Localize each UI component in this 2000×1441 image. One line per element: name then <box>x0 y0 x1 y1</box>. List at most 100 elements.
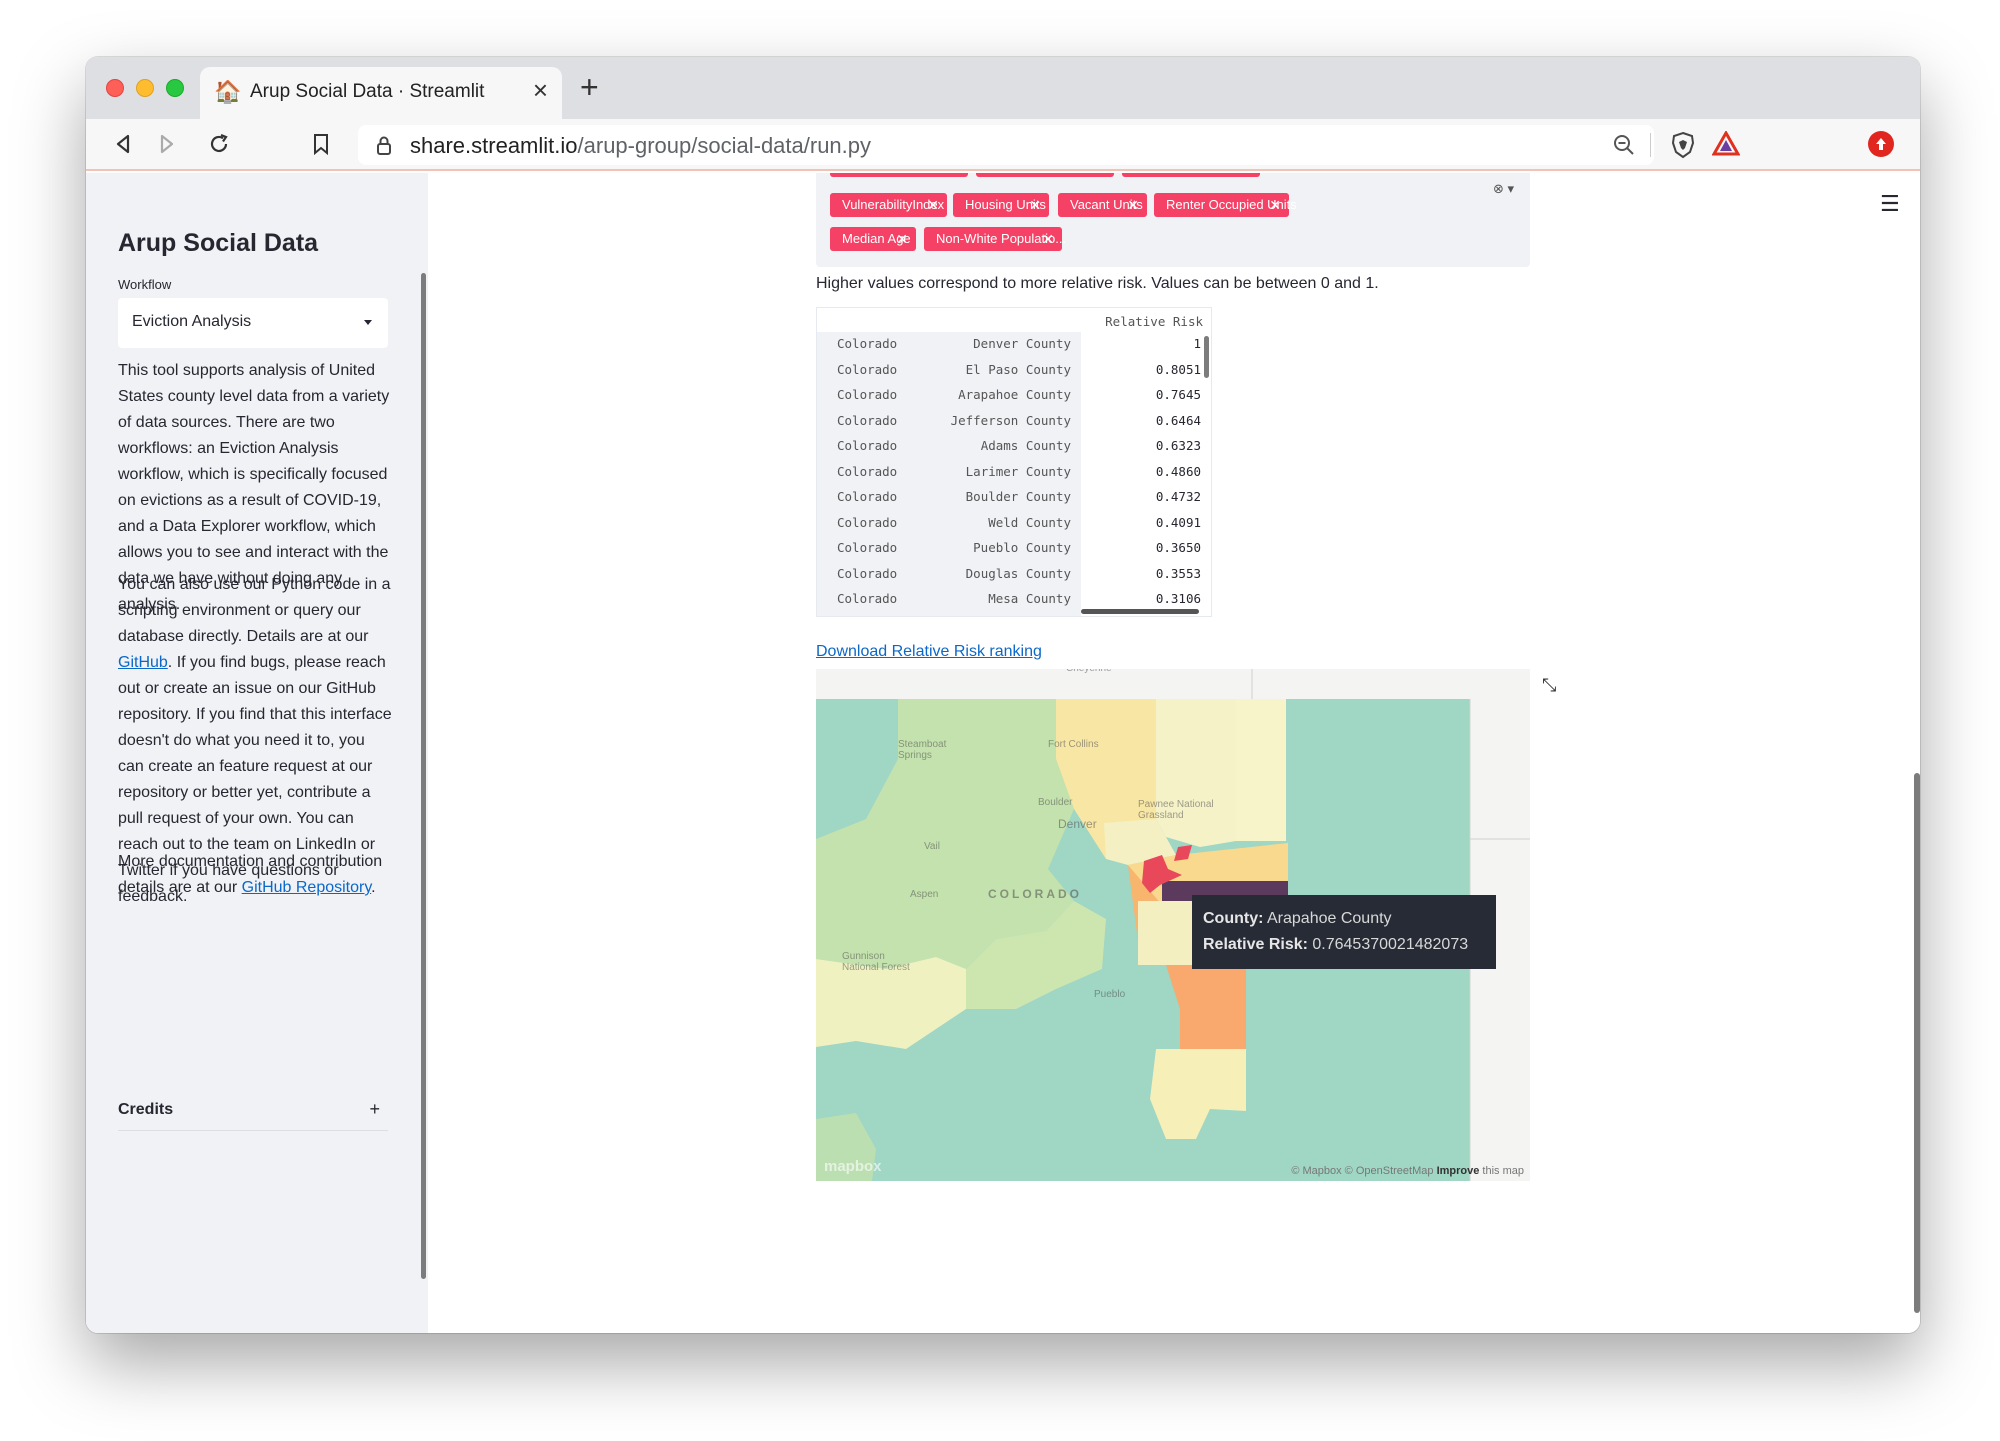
table-horizontal-scrollbar[interactable] <box>1081 609 1199 614</box>
minimize-window-button[interactable] <box>136 79 154 97</box>
bookmark-icon[interactable] <box>306 129 336 159</box>
state-cell: Colorado <box>837 463 898 479</box>
sidebar: Arup Social Data Workflow Eviction Analy… <box>86 173 428 1333</box>
lock-icon <box>377 136 391 155</box>
github-link[interactable]: GitHub <box>118 654 168 671</box>
risk-cell: 0.7645 <box>1155 387 1201 402</box>
map-label-gunnison: Gunnison National Forest <box>842 951 910 973</box>
page-scrollbar[interactable] <box>1914 773 1920 1313</box>
remove-chip-icon[interactable]: ✕ <box>927 193 939 217</box>
brave-rewards-icon[interactable] <box>1712 131 1740 157</box>
new-tab-button[interactable]: + <box>580 71 599 103</box>
risk-cell: 0.3553 <box>1155 565 1201 581</box>
map-label-boulder: Boulder <box>1038 797 1073 808</box>
sidebar-scrollbar[interactable] <box>421 273 426 1279</box>
risk-caption: Higher values correspond to more relativ… <box>816 275 1379 292</box>
remove-chip-icon[interactable]: ✕ <box>1269 193 1281 217</box>
mapbox-logo[interactable]: mapbox <box>824 1158 882 1175</box>
chip-housing-units[interactable]: Housing Units ✕ <box>953 193 1049 217</box>
risk-cell: 0.6464 <box>1155 412 1201 428</box>
county-cell: Douglas County <box>965 565 1071 581</box>
workflow-select[interactable]: Eviction Analysis <box>118 298 388 348</box>
county-cell: Boulder County <box>965 489 1071 504</box>
download-ranking-link[interactable]: Download Relative Risk ranking <box>816 643 1042 661</box>
risk-cell: 0.3650 <box>1155 540 1201 555</box>
table-vertical-scrollbar[interactable] <box>1204 336 1209 378</box>
risk-cell: 0.4860 <box>1155 463 1201 479</box>
streamlit-page: Arup Social Data Workflow Eviction Analy… <box>86 173 1920 1333</box>
remove-chip-icon[interactable]: ✕ <box>896 227 908 251</box>
app-title: Arup Social Data <box>118 229 319 257</box>
tab-title: Arup Social Data · Streamlit <box>250 81 485 102</box>
risk-cell: 0.8051 <box>1155 361 1201 377</box>
close-window-button[interactable] <box>106 79 124 97</box>
state-cell: Colorado <box>837 438 898 453</box>
fullscreen-icon[interactable]: ⤡ <box>1542 675 1556 696</box>
risk-cell: 0.6323 <box>1155 438 1201 453</box>
table-row: Colorado Boulder County 0.4732 <box>817 485 1211 511</box>
map-label-colorado: COLORADO <box>988 887 1082 901</box>
state-cell: Colorado <box>837 565 898 581</box>
chip-vulnerability-index[interactable]: VulnerabilityIndex ✕ <box>830 193 947 217</box>
house-icon: 🏠 <box>214 79 242 104</box>
choropleth-map[interactable]: Steamboat Springs Fort Collins Pawnee Nat… <box>816 669 1530 1181</box>
county-cell: Denver County <box>973 336 1071 351</box>
table-row: Colorado El Paso County 0.8051 <box>817 358 1211 384</box>
maximize-window-button[interactable] <box>166 79 184 97</box>
remove-chip-icon[interactable]: ✕ <box>1127 193 1139 217</box>
remove-chip-icon[interactable]: ✕ <box>1042 227 1054 251</box>
chip-renter-occupied-units[interactable]: Renter Occupied Units ✕ <box>1154 193 1297 217</box>
credits-expander[interactable]: Credits + <box>118 1099 388 1131</box>
table-header: Relative Risk <box>817 308 1211 332</box>
navigation-bar: share.streamlit.io/arup-group/social-dat… <box>86 119 1920 171</box>
update-icon[interactable] <box>1868 131 1894 157</box>
state-cell: Colorado <box>837 361 898 377</box>
state-cell: Colorado <box>837 540 898 555</box>
browser-tab[interactable]: 🏠 Arup Social Data · Streamlit × <box>200 67 562 119</box>
menu-icon[interactable]: ☰ <box>1880 191 1900 217</box>
chevron-down-icon <box>364 320 372 325</box>
county-cell: Adams County <box>980 438 1071 453</box>
map-label-pawnee: Pawnee National Grassland <box>1138 799 1214 821</box>
relative-risk-table[interactable]: Relative Risk Colorado Denver County 1 Colo… <box>816 307 1212 617</box>
map-label-denver: Denver <box>1058 817 1097 831</box>
map-label-aspen: Aspen <box>910 889 939 900</box>
forward-icon[interactable] <box>152 129 182 159</box>
risk-cell: 0.4732 <box>1155 489 1201 504</box>
remove-chip-icon[interactable]: ✕ <box>1029 193 1041 217</box>
chip-median-age[interactable]: Median Age ✕ <box>830 227 916 251</box>
chip-vacant-units[interactable]: Vacant Units ✕ <box>1058 193 1147 217</box>
relative-risk-header: Relative Risk <box>1105 314 1203 329</box>
county-cell: Jefferson County <box>950 412 1071 428</box>
address-bar[interactable]: share.streamlit.io/arup-group/social-dat… <box>358 125 1740 165</box>
risk-cell: 1 <box>1193 336 1201 351</box>
back-icon[interactable] <box>108 129 138 159</box>
brave-shield-icon[interactable] <box>1670 131 1696 159</box>
map-attribution[interactable]: © Mapbox © OpenStreetMap Improve this ma… <box>1291 1165 1524 1177</box>
state-cell: Colorado <box>837 514 898 530</box>
state-cell: Colorado <box>837 336 898 351</box>
table-row: Colorado Weld County 0.4091 <box>817 511 1211 537</box>
zoom-out-icon[interactable] <box>1612 133 1636 157</box>
map-label-steamboat: Steamboat Springs <box>898 739 947 761</box>
table-row: Colorado Adams County 0.6323 <box>817 434 1211 460</box>
main-content: ☰ VulnerabilityIndex ✕ Housing Units ✕ Vac… <box>428 173 1920 1333</box>
plus-icon: + <box>369 1099 380 1119</box>
map-label-vail: Vail <box>924 841 940 852</box>
state-cell: Colorado <box>837 412 898 428</box>
github-repository-link[interactable]: GitHub Repository <box>242 879 372 896</box>
close-tab-icon[interactable]: × <box>533 77 548 103</box>
feature-multiselect[interactable]: VulnerabilityIndex ✕ Housing Units ✕ Vacan… <box>816 173 1530 267</box>
table-row: Colorado Pueblo County 0.3650 <box>817 536 1211 562</box>
map-label-fort-collins: Fort Collins <box>1048 739 1099 750</box>
reload-icon[interactable] <box>204 129 234 159</box>
county-cell: Pueblo County <box>973 540 1071 555</box>
workflow-select-value: Eviction Analysis <box>132 313 252 330</box>
clear-all-icon[interactable]: ⊗ ▾ <box>1493 181 1514 197</box>
table-row: Colorado Denver County 1 <box>817 332 1211 358</box>
chip-non-white-population[interactable]: Non-White Populatio... ✕ <box>924 227 1066 251</box>
map-label-pueblo: Pueblo <box>1094 989 1126 1000</box>
tab-bar: 🏠 Arup Social Data · Streamlit × + <box>86 57 1920 119</box>
browser-window: 🏠 Arup Social Data · Streamlit × + share… <box>86 57 1920 1333</box>
risk-cell: 0.3106 <box>1155 591 1201 606</box>
